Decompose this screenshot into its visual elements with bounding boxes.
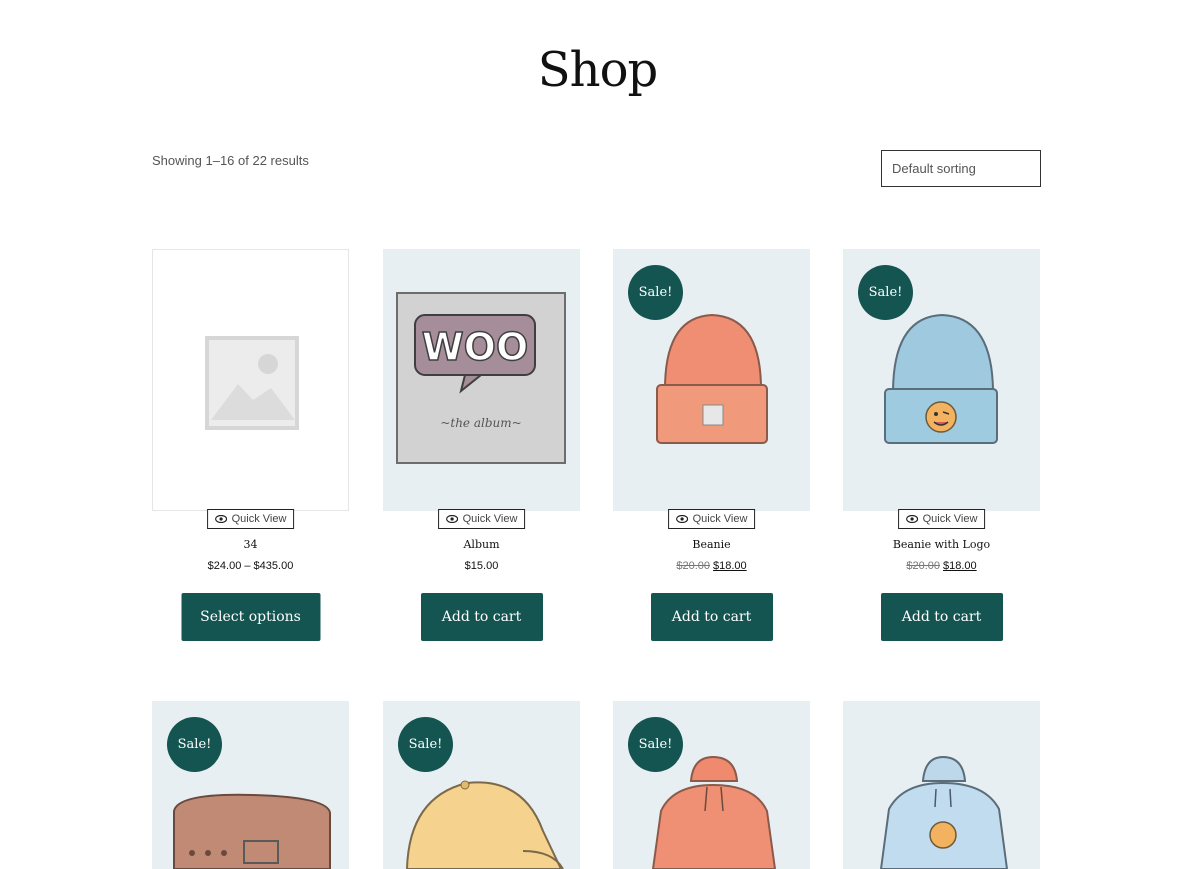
product-image[interactable]: Sale! — [613, 701, 810, 869]
quick-view-label: Quick View — [462, 513, 518, 525]
svg-text:~the album~: ~the album~ — [440, 416, 521, 430]
quick-view-label: Quick View — [922, 513, 978, 525]
product-price: $20.00 $18.00 — [843, 560, 1040, 572]
album-woo-image: WOO ~the album~ — [396, 292, 566, 464]
sale-price: $18.00 — [713, 560, 747, 572]
old-price: $20.00 — [676, 560, 710, 572]
product-price: $15.00 — [383, 560, 580, 572]
sale-badge: Sale! — [858, 265, 913, 320]
quick-view-button[interactable]: Quick View — [667, 509, 756, 529]
sale-badge: Sale! — [398, 717, 453, 772]
result-count: Showing 1–16 of 22 results — [152, 153, 309, 168]
quick-view-button[interactable]: Quick View — [437, 509, 526, 529]
sale-badge: Sale! — [628, 265, 683, 320]
old-price: $20.00 — [906, 560, 940, 572]
page-title: Shop — [537, 42, 658, 98]
product-price: $20.00 $18.00 — [613, 560, 810, 572]
product-image[interactable] — [152, 249, 349, 511]
price: $24.00 – $435.00 — [207, 560, 294, 572]
product-image[interactable]: Sale! — [383, 701, 580, 869]
add-to-cart-button[interactable]: Add to cart — [880, 593, 1003, 641]
quick-view-label: Quick View — [692, 513, 748, 525]
svg-text:WOO: WOO — [422, 325, 529, 369]
placeholder-image-icon — [205, 336, 299, 430]
product-name[interactable]: 34 — [152, 538, 349, 551]
eye-icon — [675, 515, 688, 523]
product-image[interactable]: WOO ~the album~ — [383, 249, 580, 511]
quick-view-button[interactable]: Quick View — [897, 509, 986, 529]
sale-badge: Sale! — [628, 717, 683, 772]
product-price: $24.00 – $435.00 — [152, 560, 349, 572]
quick-view-button[interactable]: Quick View — [206, 509, 295, 529]
eye-icon — [905, 515, 918, 523]
blue-hoodie-logo-image — [879, 755, 1009, 869]
product-image[interactable]: Sale! — [843, 249, 1040, 511]
product-image[interactable]: Sale! — [152, 701, 349, 869]
sale-price: $18.00 — [943, 560, 977, 572]
product-name[interactable]: Beanie — [613, 538, 810, 551]
sale-badge: Sale! — [167, 717, 222, 772]
quick-view-label: Quick View — [231, 513, 287, 525]
product-name[interactable]: Beanie with Logo — [843, 538, 1040, 551]
product-image[interactable]: Sale! — [613, 249, 810, 511]
add-to-cart-button[interactable]: Add to cart — [650, 593, 773, 641]
eye-icon — [214, 515, 227, 523]
eye-icon — [445, 515, 458, 523]
price: $15.00 — [464, 560, 499, 572]
product-name[interactable]: Album — [383, 538, 580, 551]
select-options-button[interactable]: Select options — [181, 593, 320, 641]
add-to-cart-button[interactable]: Add to cart — [420, 593, 543, 641]
product-image[interactable] — [843, 701, 1040, 869]
sorting-select[interactable]: Default sorting — [881, 150, 1041, 187]
